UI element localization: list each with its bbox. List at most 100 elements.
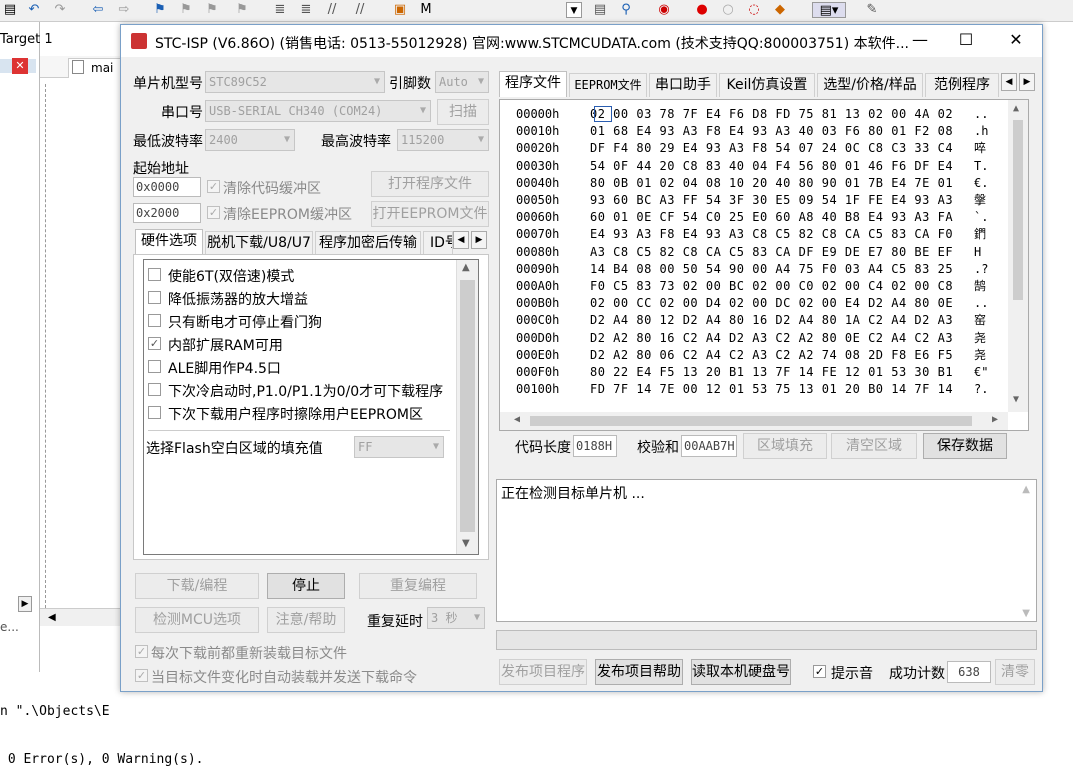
redo-icon[interactable]: ↷ xyxy=(52,2,68,18)
breakpoint-icon[interactable]: ● xyxy=(694,2,710,18)
pins-select[interactable]: Auto ▼ xyxy=(435,71,489,93)
save-data-button[interactable]: 保存数据 xyxy=(923,433,1007,459)
publish-help-button[interactable]: 发布项目帮助 xyxy=(595,659,683,685)
window-layout-icon[interactable]: ▤▾ xyxy=(812,2,846,18)
reload-checkbox[interactable]: ✓ xyxy=(135,645,148,658)
option-checkbox[interactable] xyxy=(148,406,161,419)
hex-bytes[interactable]: 93 60 BC A3 FF 54 3F 30 E5 09 54 1F FE E… xyxy=(590,192,953,208)
tab-scroll-left-icon[interactable]: ◀ xyxy=(1001,73,1017,91)
option-checkbox[interactable] xyxy=(148,360,161,373)
max-baud-select[interactable]: 115200 ▼ xyxy=(397,129,489,151)
save-icon[interactable]: ▤ xyxy=(2,2,18,18)
hex-bytes[interactable]: D2 A4 80 12 D2 A4 80 16 D2 A4 80 1A C2 A… xyxy=(590,312,953,328)
hex-bytes[interactable]: 14 B4 08 00 50 54 90 00 A4 75 F0 03 A4 C… xyxy=(590,261,953,277)
option-ext-ram[interactable]: ✓ 内部扩展RAM可用 xyxy=(148,333,448,355)
tab-scroll-right-icon[interactable]: ▶ xyxy=(1019,73,1035,91)
breakpoint-kill-icon[interactable]: ◌ xyxy=(746,2,762,18)
debug-icon[interactable]: ◉ xyxy=(656,2,672,18)
incremental-find-icon[interactable]: ⚲ xyxy=(618,2,634,18)
bookmark-icon[interactable]: ⚑ xyxy=(152,2,168,18)
flash-fill-select[interactable]: FF ▼ xyxy=(354,436,444,458)
comment-icon[interactable]: // xyxy=(324,2,340,18)
option-checkbox[interactable] xyxy=(148,314,161,327)
tab-eeprom-file[interactable]: EEPROM文件 xyxy=(569,73,647,97)
tab-id[interactable]: ID号 xyxy=(423,231,453,255)
scroll-left-icon[interactable]: ◀ xyxy=(514,414,520,425)
minimize-icon[interactable]: — xyxy=(897,25,943,57)
tab-examples[interactable]: 范例程序 xyxy=(925,73,999,97)
repeat-delay-select[interactable]: 3 秒 ▼ xyxy=(427,607,485,629)
hex-bytes[interactable]: 01 68 E4 93 A3 F8 E4 93 A3 40 03 F6 80 0… xyxy=(590,123,953,139)
clear-region-button[interactable]: 清空区域 xyxy=(831,433,917,459)
read-disk-id-button[interactable]: 读取本机硬盘号 xyxy=(691,659,791,685)
tab-hardware-options[interactable]: 硬件选项 xyxy=(135,229,203,255)
mcu-type-select[interactable]: STC89C52 ▼ xyxy=(205,71,385,93)
sound-checkbox[interactable]: ✓ xyxy=(813,665,826,678)
publish-program-button[interactable]: 发布项目程序 xyxy=(499,659,587,685)
tab-scroll-right-icon[interactable]: ▶ xyxy=(471,231,487,249)
hex-bytes[interactable]: 02 00 CC 02 00 D4 02 00 DC 02 00 E4 D2 A… xyxy=(590,295,953,311)
min-baud-select[interactable]: 2400 ▼ xyxy=(205,129,295,151)
tab-serial-helper[interactable]: 串口助手 xyxy=(649,73,717,97)
scrollbar-thumb[interactable] xyxy=(530,416,972,426)
scroll-up-icon[interactable]: ▲ xyxy=(1022,484,1030,495)
bookmark-next-icon[interactable]: ⚑ xyxy=(204,2,220,18)
option-checkbox[interactable]: ✓ xyxy=(148,337,161,350)
hex-bytes[interactable]: 02 00 03 78 7F E4 F6 D8 FD 75 81 13 02 0… xyxy=(590,106,953,122)
clear-count-button[interactable]: 清零 xyxy=(995,659,1035,685)
tab-scroll-left-icon[interactable]: ◀ xyxy=(453,231,469,249)
code-start-address-input[interactable]: 0x0000 xyxy=(133,177,201,197)
help-button[interactable]: 注意/帮助 xyxy=(267,607,345,633)
tab-encrypted-transfer[interactable]: 程序加密后传输 xyxy=(315,231,421,255)
hex-bytes[interactable]: E4 93 A3 F8 E4 93 A3 C8 C5 82 C8 CA C5 8… xyxy=(590,226,953,242)
uncomment-icon[interactable]: // xyxy=(352,2,368,18)
scrollbar-thumb[interactable] xyxy=(460,280,475,532)
option-erase-eeprom[interactable]: 下次下载用户程序时擦除用户EEPROM区 xyxy=(148,402,448,424)
options-scrollbar[interactable]: ▲ ▼ xyxy=(456,260,478,554)
scroll-up-icon[interactable]: ▲ xyxy=(462,262,470,273)
hex-bytes[interactable]: DF F4 80 29 E4 93 A3 F8 54 07 24 0C C8 C… xyxy=(590,140,953,156)
scroll-right-icon[interactable]: ▶ xyxy=(992,414,998,425)
option-reduce-gain[interactable]: 降低振荡器的放大增益 xyxy=(148,287,448,309)
eeprom-start-address-input[interactable]: 0x2000 xyxy=(133,203,201,223)
scan-button[interactable]: 扫描 xyxy=(437,99,489,125)
hex-horizontal-scrollbar[interactable]: ◀ ▶ xyxy=(500,412,1008,430)
hex-bytes[interactable]: D2 A2 80 16 C2 A4 D2 A3 C2 A2 80 0E C2 A… xyxy=(590,330,953,346)
bookmark-clear-icon[interactable]: ⚑ xyxy=(234,2,250,18)
ide-editor[interactable]: mai ◀ xyxy=(40,56,126,626)
scroll-down-icon[interactable]: ▼ xyxy=(462,538,470,549)
hex-bytes[interactable]: 80 22 E4 F5 13 20 B1 13 7F 14 FE 12 01 5… xyxy=(590,364,953,380)
hex-bytes[interactable]: FD 7F 14 7E 00 12 01 53 75 13 01 20 B0 1… xyxy=(590,381,953,397)
find-in-files-icon[interactable]: ▣ xyxy=(392,2,408,18)
option-watchdog[interactable]: 只有断电才可停止看门狗 xyxy=(148,310,448,332)
hex-vertical-scrollbar[interactable]: ▲ ▼ xyxy=(1008,100,1028,412)
stop-button[interactable]: 停止 xyxy=(267,573,345,599)
unindent-icon[interactable]: ≣ xyxy=(298,2,314,18)
open-eeprom-file-button[interactable]: 打开EEPROM文件 xyxy=(371,201,489,227)
scroll-down-icon[interactable]: ▼ xyxy=(1022,608,1030,619)
hex-bytes[interactable]: 54 0F 44 20 C8 83 40 04 F4 56 80 01 46 F… xyxy=(590,158,953,174)
indent-icon[interactable]: ≣ xyxy=(272,2,288,18)
close-icon[interactable]: ✕ xyxy=(993,25,1039,57)
scroll-up-icon[interactable]: ▲ xyxy=(1013,103,1019,114)
fill-region-button[interactable]: 区域填充 xyxy=(743,433,827,459)
detect-mcu-button[interactable]: 检测MCU选项 xyxy=(135,607,259,633)
undo-icon[interactable]: ↶ xyxy=(26,2,42,18)
wrench-icon[interactable]: ✎ xyxy=(864,2,880,18)
tab-program-file[interactable]: 程序文件 xyxy=(499,71,567,97)
tab-keil-sim[interactable]: Keil仿真设置 xyxy=(719,73,815,97)
maximize-icon[interactable]: ☐ xyxy=(943,25,989,57)
clear-eeprom-checkbox[interactable]: ✓ xyxy=(207,206,220,219)
breakpoint-all-icon[interactable]: ◆ xyxy=(772,2,788,18)
macro-icon[interactable]: M xyxy=(418,2,434,18)
option-checkbox[interactable] xyxy=(148,383,161,396)
hex-view[interactable]: 00000h 02 00 03 78 7F E4 F6 D8 FD 75 81 1… xyxy=(499,99,1029,431)
hex-bytes[interactable]: D2 A2 80 06 C2 A4 C2 A3 C2 A2 74 08 2D F… xyxy=(590,347,953,363)
tab-offline-download[interactable]: 脱机下载/U8/U7 xyxy=(205,231,313,255)
hex-bytes[interactable]: F0 C5 83 73 02 00 BC 02 00 C0 02 00 C4 0… xyxy=(590,278,953,294)
bookmark-prev-icon[interactable]: ⚑ xyxy=(178,2,194,18)
open-program-file-button[interactable]: 打开程序文件 xyxy=(371,171,489,197)
back-arrow-icon[interactable]: ⇦ xyxy=(90,2,106,18)
option-6t-mode[interactable]: 使能6T(双倍速)模式 xyxy=(148,264,448,286)
download-program-button[interactable]: 下载/编程 xyxy=(135,573,259,599)
